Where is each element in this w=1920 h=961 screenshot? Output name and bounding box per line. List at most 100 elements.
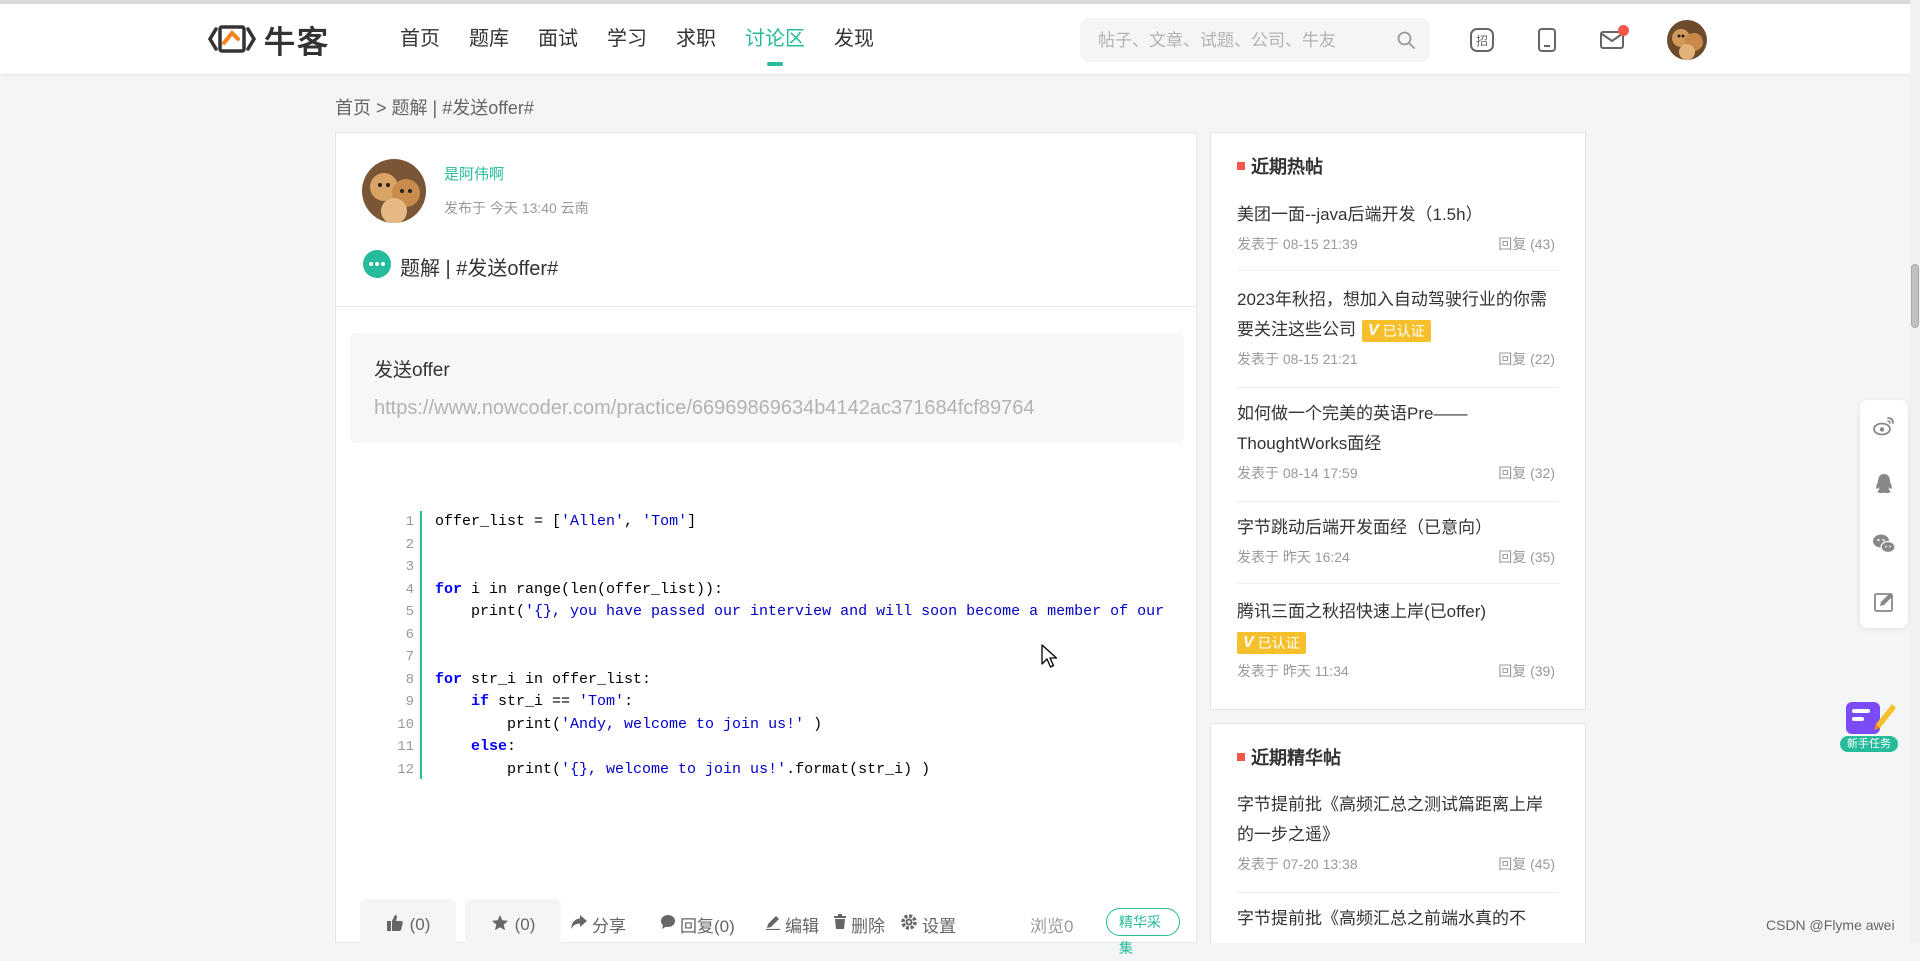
delete-label: 删除 [851, 917, 885, 936]
nav-question-bank[interactable]: 题库 [469, 4, 509, 74]
nav-learning[interactable]: 学习 [607, 4, 647, 74]
hot-posts-heading: 近期热帖 [1237, 153, 1323, 179]
hot-post-meta: 发表于 昨天 11:34 回复 (39) [1237, 661, 1559, 681]
hot-post-date: 发表于 昨天 11:34 [1237, 663, 1349, 679]
code-string: '{}, welcome to join us!' [561, 760, 787, 778]
nowcoder-logo-icon [208, 25, 256, 53]
code-line: 9 if str_i == 'Tom': [376, 691, 1166, 714]
hot-post-meta: 发表于 08-15 21:21 回复 (22) [1237, 349, 1559, 369]
elite-badge[interactable]: 精华采集 [1106, 908, 1180, 956]
code-string: '{}, you have passed our interview and w… [525, 603, 1165, 620]
delete-button[interactable]: 删除 [833, 912, 885, 937]
code-string: 'Allen' [561, 513, 625, 530]
heading-marker [1237, 162, 1245, 170]
user-avatar[interactable] [1667, 20, 1707, 60]
elite-post-title[interactable]: 字节提前批《高频汇总之测试篇距离上岸的一步之遥》 [1237, 790, 1559, 850]
reply-button[interactable]: 回复(0) [660, 912, 735, 937]
code-line-number: 11 [397, 739, 414, 755]
scrollbar-thumb[interactable] [1911, 264, 1919, 328]
code-token: : [624, 693, 634, 710]
code-line-text: if str_i == 'Tom': [435, 691, 633, 714]
code-line: 3 [376, 556, 1166, 579]
post-card: 是阿伟啊 发布于 今天 13:40 云南 题解 | #发送offer# 发送of… [335, 132, 1197, 956]
code-line-number: 3 [405, 559, 414, 575]
search-input[interactable] [1096, 18, 1390, 64]
code-token: str_i in offer_list: [462, 670, 652, 688]
code-token: .format(str_i) ) [786, 760, 931, 778]
nav-discover[interactable]: 发现 [834, 4, 874, 74]
hot-post-item[interactable]: 美团一面--java后端开发（1.5h） 发表于 08-15 21:39 回复 … [1237, 200, 1559, 271]
elite-post-item[interactable]: 字节提前批《高频汇总之前端水真的不 [1237, 904, 1559, 943]
settings-button[interactable]: 设置 [900, 912, 956, 937]
hot-post-date: 发表于 昨天 16:24 [1237, 549, 1350, 565]
gear-icon [900, 913, 918, 936]
settings-label: 设置 [922, 917, 956, 936]
edit-button[interactable]: 编辑 [765, 912, 819, 937]
hot-post-title[interactable]: 字节跳动后端开发面经（已意向） [1237, 513, 1559, 543]
hot-post-title[interactable]: 美团一面--java后端开发（1.5h） [1237, 200, 1559, 230]
code-line-text: for i in range(len(offer_list)): [435, 579, 723, 602]
nav-discussion[interactable]: 讨论区 [745, 4, 805, 74]
code-token: print( [435, 603, 526, 620]
hot-post-title[interactable]: 如何做一个完美的英语Pre——ThoughtWorks面经 [1237, 399, 1559, 459]
elite-post-item[interactable]: 字节提前批《高频汇总之测试篇距离上岸的一步之遥》 发表于 07-20 13:38… [1237, 790, 1559, 893]
hot-post-item[interactable]: 如何做一个完美的英语Pre——ThoughtWorks面经 发表于 08-14 … [1237, 399, 1559, 502]
new-user-task-button[interactable]: 新手任务 [1838, 698, 1900, 756]
wechat-icon[interactable] [1872, 532, 1896, 556]
verified-badge: V 已认证 [1362, 319, 1431, 342]
hot-post-title[interactable]: 2023年秋招，想加入自动驾驶行业的你需要关注这些公司 V 已认证 [1237, 285, 1559, 345]
nav-jobs[interactable]: 求职 [676, 4, 716, 74]
nav-interview[interactable]: 面试 [538, 4, 578, 74]
qq-icon[interactable] [1872, 472, 1896, 496]
search-icon[interactable] [1396, 30, 1416, 55]
author-name[interactable]: 是阿伟啊 [444, 163, 504, 184]
hot-post-title[interactable]: 腾讯三面之秋招快速上岸(已offer) V 已认证 [1237, 597, 1559, 657]
code-string: 'Andy, welcome to join us!' [561, 715, 805, 733]
code-string: 'Tom' [642, 513, 688, 530]
collect-button[interactable]: (0) [465, 899, 561, 951]
hot-post-date: 发表于 08-15 21:39 [1237, 236, 1358, 252]
code-string: 'Tom' [579, 693, 625, 710]
divider [336, 306, 1196, 307]
hot-posts-panel: 近期热帖 美团一面--java后端开发（1.5h） 发表于 08-15 21:3… [1210, 132, 1586, 710]
elite-post-title[interactable]: 字节提前批《高频汇总之前端水真的不 [1237, 904, 1559, 934]
hot-post-item[interactable]: 腾讯三面之秋招快速上岸(已offer) V 已认证 发表于 昨天 11:34 回复 … [1237, 597, 1559, 699]
hot-post-replies: 回复 (22) [1498, 351, 1555, 367]
code-token: : [507, 738, 517, 755]
page-scrollbar[interactable] [1910, 0, 1920, 943]
view-count: 浏览0 [1030, 917, 1074, 936]
reply-label: 回复(0) [680, 917, 735, 936]
code-token: str_i == [489, 693, 580, 710]
hot-posts-heading-text: 近期热帖 [1251, 157, 1323, 177]
hot-post-replies: 回复 (39) [1498, 663, 1555, 679]
trash-icon [833, 914, 847, 935]
breadcrumb-current[interactable]: 题解 | #发送offer# [392, 98, 534, 118]
post-meta: 发布于 今天 13:40 云南 [444, 200, 589, 216]
weibo-icon[interactable] [1872, 414, 1896, 438]
post-title-text: 题解 | #发送offer# [400, 258, 559, 280]
breadcrumb-home[interactable]: 首页 [335, 98, 371, 118]
code-line-number: 5 [405, 604, 414, 620]
author-avatar[interactable] [362, 159, 426, 223]
main-nav: 首页 题库 面试 学习 求职 讨论区 发现 [400, 4, 903, 74]
mobile-icon[interactable] [1533, 26, 1561, 54]
collect-count: (0) [514, 915, 536, 934]
hot-post-item[interactable]: 2023年秋招，想加入自动驾驶行业的你需要关注这些公司 V 已认证 发表于 08-1… [1237, 285, 1559, 388]
code-token: ] [687, 513, 697, 530]
site-logo[interactable]: 牛客 [208, 21, 330, 60]
code-keyword: for [435, 670, 463, 688]
feedback-icon[interactable] [1872, 590, 1896, 614]
code-line-text: print('{}, welcome to join us!'.format(s… [435, 759, 930, 780]
like-button[interactable]: (0) [360, 899, 456, 951]
nav-home[interactable]: 首页 [400, 4, 440, 74]
verified-v-icon: V [1243, 633, 1254, 651]
question-link[interactable]: https://www.nowcoder.com/practice/669698… [374, 397, 1034, 420]
recruit-icon[interactable]: 招 [1468, 26, 1496, 54]
logo-text: 牛客 [264, 24, 330, 60]
search-box [1080, 18, 1430, 64]
code-token: print( [435, 715, 562, 733]
share-button[interactable]: 分享 [570, 912, 626, 937]
code-line: 10 print('Andy, welcome to join us!' ) [376, 714, 1166, 737]
code-line-number: 7 [405, 649, 414, 665]
hot-post-item[interactable]: 字节跳动后端开发面经（已意向） 发表于 昨天 16:24 回复 (35) [1237, 513, 1559, 584]
